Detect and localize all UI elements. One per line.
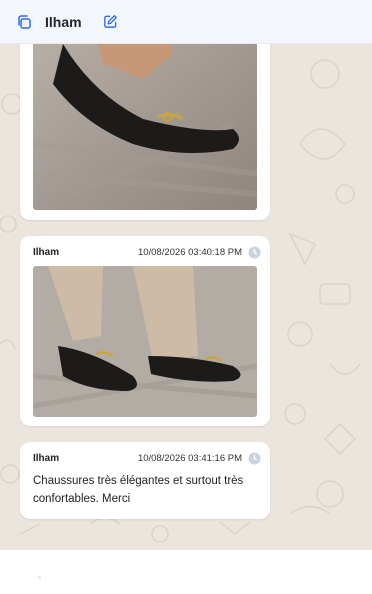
chat-area[interactable]: Ilham 10/08/2026 03:40:18 PM Ilham 10/08… — [0, 44, 372, 550]
clock-icon — [248, 452, 261, 465]
sender-name: Ilham — [33, 247, 60, 258]
shoe-photo[interactable] — [33, 44, 257, 210]
chat-header: Ilham — [0, 0, 372, 44]
message-timestamp: 10/08/2026 03:41:16 PM — [137, 453, 242, 464]
clock-icon — [248, 246, 261, 259]
message-header: Ilham 10/08/2026 03:40:18 PM — [20, 236, 270, 266]
message-bubble — [20, 44, 270, 220]
contact-name: Ilham — [45, 13, 82, 30]
shoe-photo[interactable] — [33, 266, 257, 417]
sender-name: Ilham — [33, 453, 60, 464]
message-bubble: Ilham 10/08/2026 03:40:18 PM — [20, 236, 270, 426]
edit-icon[interactable] — [102, 13, 120, 31]
message-text: Chaussures très élégantes et surtout trè… — [33, 475, 244, 505]
composer-area — [0, 550, 372, 594]
divider-dot — [38, 576, 41, 579]
message-timestamp: 10/08/2026 03:40:18 PM — [137, 247, 242, 258]
message-header: Ilham 10/08/2026 03:41:16 PM — [20, 442, 270, 472]
message-bubble: Ilham 10/08/2026 03:41:16 PM Chaussures … — [20, 442, 270, 519]
copy-icon[interactable] — [14, 12, 34, 32]
